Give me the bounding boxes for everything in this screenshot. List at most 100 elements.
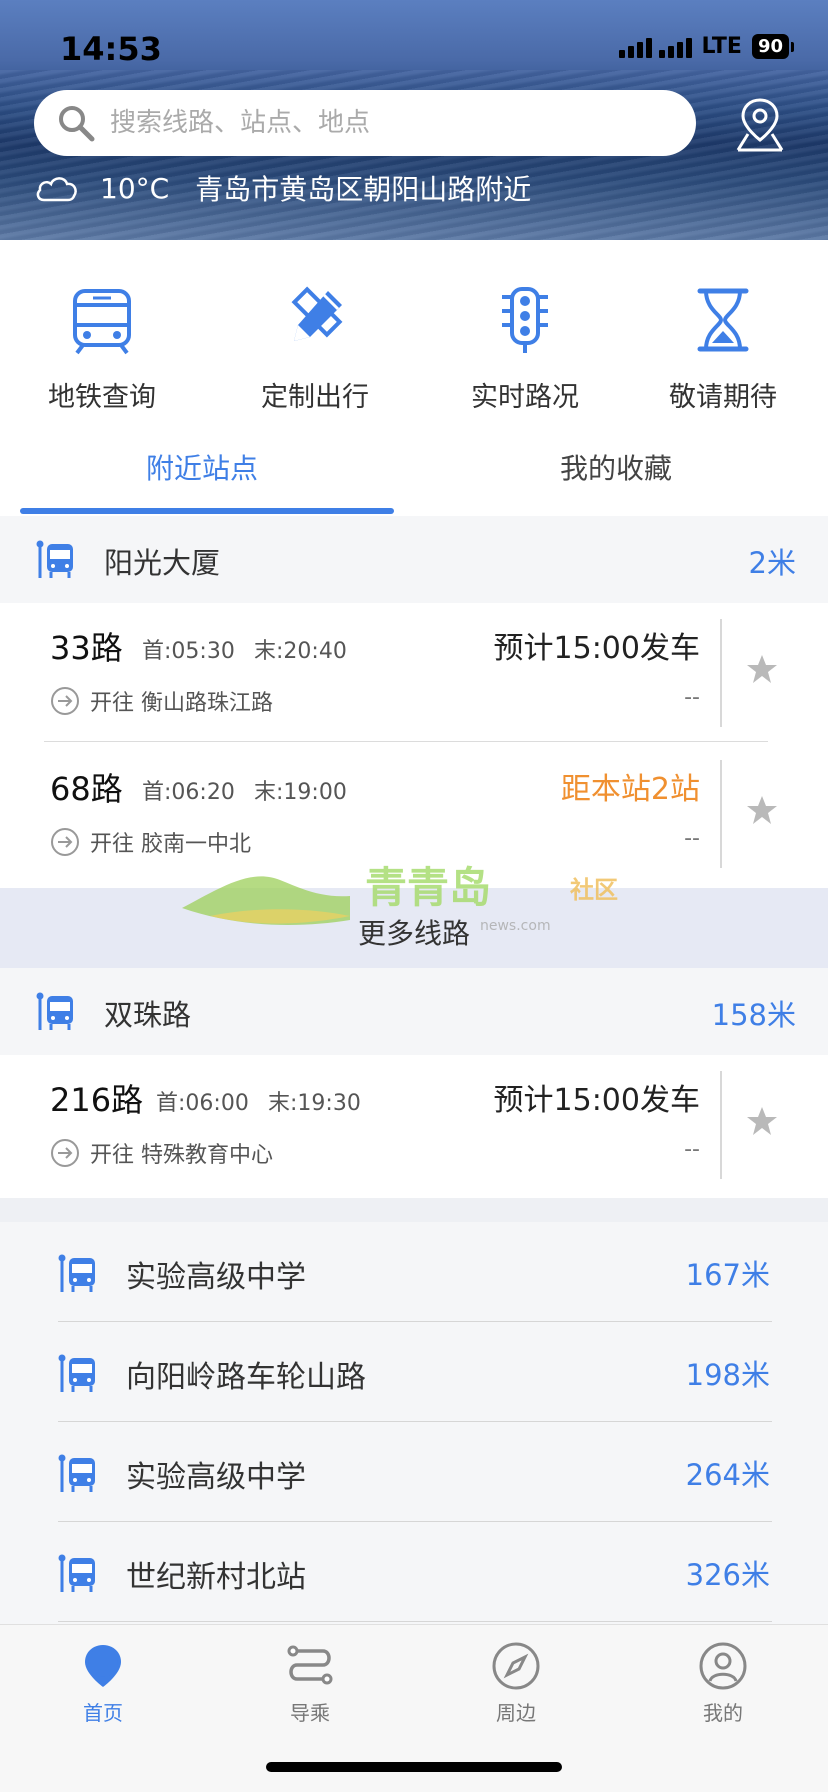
station-name: 向阳岭路车轮山路 — [126, 1360, 366, 1395]
row-divider — [44, 741, 768, 742]
status-time: 14:53 — [60, 30, 162, 68]
bus-stop-icon — [36, 992, 73, 1030]
list-item[interactable]: 世纪新村北站 326米 — [0, 1522, 828, 1622]
station-distance: 198米 — [685, 1358, 770, 1392]
route-row[interactable]: 33路 首:05:30 末:20:40 预计15:00发车 开往 衡山路珠江路 … — [0, 603, 828, 743]
station-header[interactable]: 阳光大厦 2米 — [0, 516, 828, 603]
signal-icon — [618, 36, 692, 58]
action-label: 定制出行 — [261, 382, 369, 413]
list-item[interactable]: 实验高级中学 264米 — [0, 1422, 828, 1522]
status-icons: LTE 90 — [618, 34, 794, 59]
station-distance: 326米 — [685, 1558, 770, 1592]
search-icon — [59, 106, 95, 142]
battery-level: 90 — [751, 34, 789, 59]
bus-stop-icon — [58, 1454, 95, 1492]
eta-text: 距本站2站 — [560, 772, 700, 807]
traffic-light-icon — [502, 287, 548, 353]
divider — [720, 760, 722, 868]
nav-label: 周边 — [496, 1701, 536, 1725]
route-direction: 开往 胶南一中北 — [50, 826, 251, 858]
network-type: LTE — [701, 34, 742, 59]
eta-text: 预计15:00发车 — [493, 631, 700, 666]
station-distance: 264米 — [685, 1458, 770, 1492]
nav-label: 我的 — [703, 1701, 743, 1725]
cloud-icon — [36, 177, 77, 202]
search-bar[interactable] — [34, 90, 696, 156]
action-coming-soon[interactable]: 敬请期待 — [633, 285, 813, 414]
last-bus-time: 末:19:00 — [254, 780, 347, 805]
bus-stop-icon — [58, 1354, 95, 1392]
temperature: 10°C — [100, 171, 170, 205]
direction-arrow-icon — [51, 828, 79, 856]
bus-stop-icon — [36, 540, 73, 578]
bus-stop-icon — [58, 1254, 95, 1292]
nav-home[interactable]: 首页 — [43, 1641, 163, 1726]
station-distance: 2米 — [748, 546, 796, 580]
first-bus-time: 首:06:20 — [142, 780, 235, 805]
station-distance: 167米 — [685, 1258, 770, 1292]
hourglass-icon — [697, 288, 749, 352]
custom-trip-icon — [291, 286, 343, 341]
route-row[interactable]: 68路 首:06:20 末:19:00 距本站2站 开往 胶南一中北 -- — [0, 744, 828, 884]
station-name: 阳光大厦 — [104, 546, 221, 580]
route-direction: 开往 衡山路珠江路 — [50, 685, 273, 717]
route-icon — [287, 1645, 333, 1685]
nav-label: 首页 — [83, 1701, 123, 1725]
action-custom-trip[interactable]: 定制出行 — [225, 285, 405, 414]
station-name: 实验高级中学 — [126, 1460, 306, 1495]
home-indicator[interactable] — [266, 1762, 562, 1772]
nav-label: 导乘 — [290, 1701, 330, 1725]
subway-icon — [73, 289, 131, 355]
list-item[interactable]: 实验高级中学 167米 — [0, 1222, 828, 1322]
action-traffic[interactable]: 实时路况 — [435, 285, 615, 414]
direction-arrow-icon — [51, 687, 79, 715]
search-input[interactable] — [110, 108, 630, 138]
extra-info: -- — [684, 826, 700, 851]
nav-profile[interactable]: 我的 — [663, 1641, 783, 1726]
row-divider — [58, 1621, 772, 1622]
compass-icon — [492, 1642, 540, 1690]
weather-bar: 10°C 青岛市黄岛区朝阳山路附近 — [34, 168, 531, 208]
station-name: 实验高级中学 — [126, 1260, 306, 1295]
route-direction: 开往 特殊教育中心 — [50, 1137, 273, 1169]
direction-text: 开往 衡山路珠江路 — [90, 691, 273, 716]
route-number: 68路 — [50, 770, 123, 808]
tab-favorites[interactable]: 我的收藏 — [560, 447, 672, 487]
more-routes-label: 更多线路 — [357, 917, 470, 950]
action-label: 敬请期待 — [669, 382, 777, 413]
route-number: 216路 — [50, 1081, 144, 1119]
action-subway[interactable]: 地铁查询 — [12, 285, 192, 414]
nearby-stations-list: 实验高级中学 167米 向阳岭路车轮山路 198米 实验高级中学 264米 世纪… — [0, 1222, 828, 1624]
route-number: 33路 — [50, 629, 123, 667]
direction-arrow-icon — [51, 1139, 79, 1167]
favorite-star-icon[interactable] — [745, 1105, 779, 1139]
location-pin-icon[interactable] — [730, 94, 790, 154]
route-row[interactable]: 216路 首:06:00 末:19:30 预计15:00发车 开往 特殊教育中心… — [0, 1055, 828, 1195]
extra-info: -- — [684, 685, 700, 710]
bus-stop-icon — [58, 1554, 95, 1592]
divider — [720, 619, 722, 727]
station-name: 双珠路 — [104, 998, 192, 1032]
nav-nearby[interactable]: 周边 — [456, 1641, 576, 1726]
more-routes-button[interactable]: 更多线路 — [0, 888, 828, 968]
tab-nearby-stations[interactable]: 附近站点 — [146, 447, 258, 487]
action-label: 实时路况 — [471, 382, 579, 413]
current-location: 青岛市黄岛区朝阳山路附近 — [195, 173, 532, 206]
extra-info: -- — [684, 1137, 700, 1162]
last-bus-time: 末:19:30 — [268, 1091, 361, 1116]
battery-icon: 90 — [751, 34, 794, 59]
favorite-star-icon[interactable] — [745, 794, 779, 828]
action-label: 地铁查询 — [48, 382, 156, 413]
divider — [720, 1071, 722, 1179]
direction-text: 开往 胶南一中北 — [90, 832, 251, 857]
list-item[interactable]: 向阳岭路车轮山路 198米 — [0, 1322, 828, 1422]
user-icon — [699, 1642, 747, 1690]
direction-text: 开往 特殊教育中心 — [90, 1143, 273, 1168]
eta-text: 预计15:00发车 — [493, 1083, 700, 1118]
favorite-star-icon[interactable] — [745, 653, 779, 687]
station-header[interactable]: 双珠路 158米 — [0, 968, 828, 1055]
station-name: 世纪新村北站 — [126, 1560, 306, 1595]
nav-guide[interactable]: 导乘 — [250, 1641, 370, 1726]
section-gap — [0, 1198, 828, 1222]
last-bus-time: 末:20:40 — [254, 639, 347, 664]
